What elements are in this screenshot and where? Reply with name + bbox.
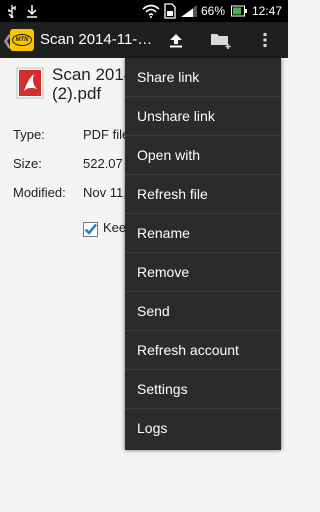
upload-icon [170,34,182,48]
battery-icon [231,0,247,22]
signal-icon [180,0,198,22]
type-label: Type: [13,127,45,142]
menu-item-remove[interactable]: Remove [125,253,281,292]
modified-label: Modified: [13,185,66,200]
app-logo-icon[interactable]: MTN [10,29,34,51]
back-chevron-icon[interactable]: ❮ [2,30,14,50]
menu-item-refresh-account[interactable]: Refresh account [125,331,281,370]
battery-text: 66% [201,4,226,18]
menu-item-refresh-file[interactable]: Refresh file [125,175,281,214]
menu-item-rename[interactable]: Rename [125,214,281,253]
action-bar: ❮ MTN Scan 2014-11-… [0,22,288,58]
menu-item-open-with[interactable]: Open with [125,136,281,175]
size-label: Size: [13,156,42,171]
upload-button[interactable] [158,22,194,58]
new-folder-button[interactable] [203,22,239,58]
download-icon [26,0,38,22]
keep-offline-checkbox[interactable] [83,222,98,237]
more-vert-icon [263,33,267,47]
wifi-icon [142,0,160,22]
pdf-file-icon [16,67,44,99]
sim-icon [164,0,176,22]
add-folder-icon [211,34,231,49]
action-bar-title[interactable]: Scan 2014-11-… [40,22,152,58]
type-value: PDF file [83,127,130,142]
checkmark-icon [84,223,98,235]
menu-item-send[interactable]: Send [125,292,281,331]
menu-item-share-link[interactable]: Share link [125,58,281,97]
menu-item-settings[interactable]: Settings [125,370,281,409]
menu-item-logs[interactable]: Logs [125,409,281,448]
status-bar: 66% 12:47 [0,0,288,22]
menu-item-unshare-link[interactable]: Unshare link [125,97,281,136]
usb-icon [6,0,18,22]
clock: 12:47 [252,4,283,18]
overflow-menu-button[interactable] [247,22,283,58]
mtn-logo-icon: MTN [12,34,32,46]
overflow-menu: Share link Unshare link Open with Refres… [125,58,281,450]
